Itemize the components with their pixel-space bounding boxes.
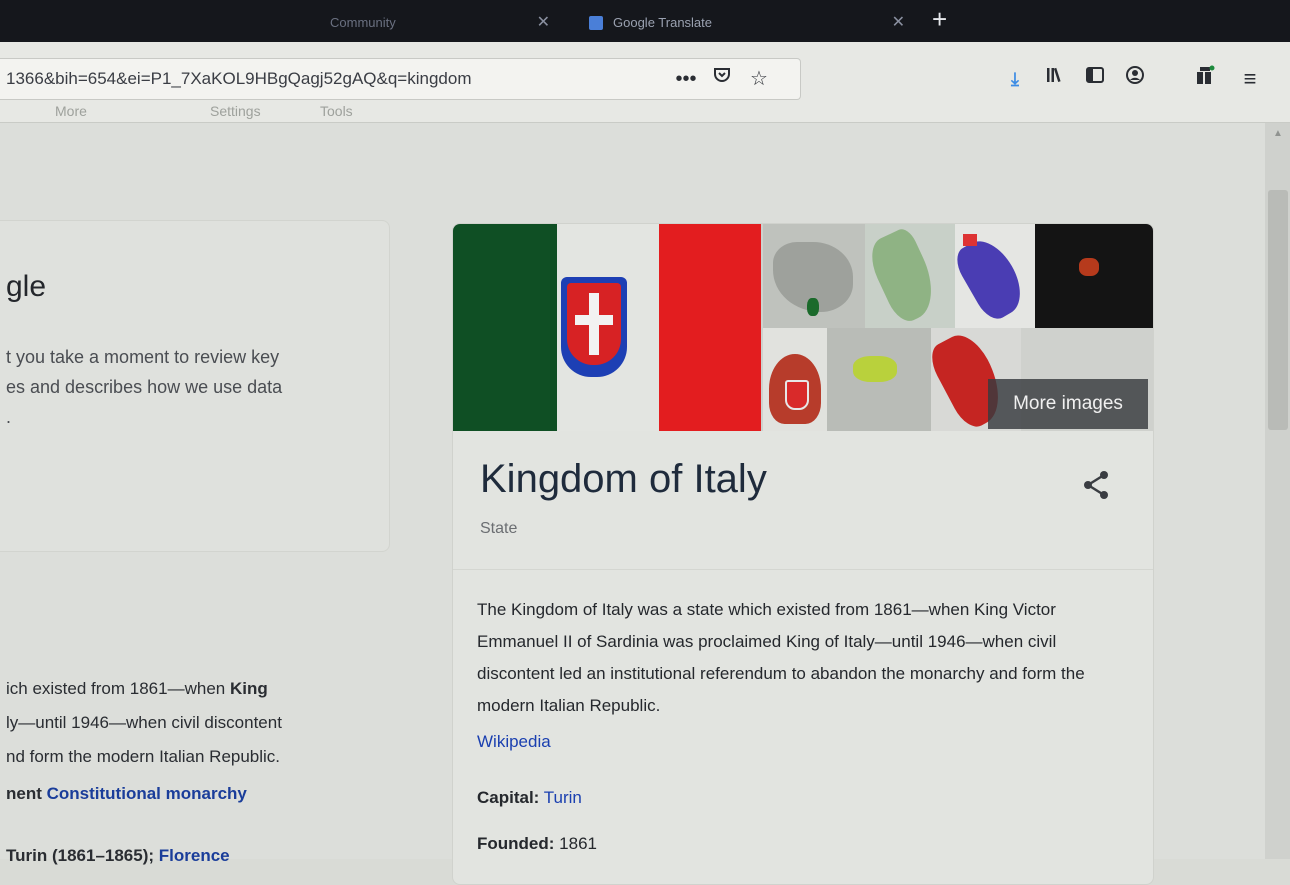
fact-value: 1861 (559, 834, 597, 853)
summary-bold: King (229, 679, 268, 698)
divider (453, 569, 1153, 570)
left-capitals-fact: Turin (1861–1865); Florence (6, 846, 230, 866)
url-text[interactable]: 1366&bih=654&ei=P1_7XaKOL9HBgQagj52gAQ&q… (6, 69, 621, 89)
nav-settings[interactable]: Settings (210, 103, 261, 119)
tab-label: Google Translate (613, 15, 713, 30)
url-actions: ••• ☆ (670, 65, 775, 93)
left-summary: ich existed from 1861—when King ly—until… (6, 672, 406, 774)
summary-line: ich existed from 1861—when King (6, 672, 406, 706)
fact-years: (1861–1865); (51, 846, 155, 865)
consent-body: t you take a moment to review key es and… (6, 342, 376, 432)
extension-icon[interactable] (1190, 64, 1220, 94)
map-land (853, 356, 897, 382)
left-government-fact: nent Constitutional monarchy (6, 784, 247, 804)
fact-capital: Capital: Turin (477, 788, 582, 808)
panel-subtitle: State (480, 520, 518, 537)
consent-line: es and describes how we use data (6, 377, 283, 397)
image-spot (1079, 258, 1099, 276)
close-icon[interactable]: ✕ (892, 8, 905, 38)
capital-link[interactable]: Florence (159, 846, 230, 865)
google-search-nav: More Settings Tools (0, 103, 600, 123)
tab-community[interactable]: Community ✕ (300, 8, 560, 38)
coa-shield (785, 380, 809, 410)
thumbnail-italy-map[interactable] (865, 224, 955, 328)
wikipedia-link[interactable]: Wikipedia (477, 732, 551, 752)
panel-title: Kingdom of Italy (480, 457, 767, 501)
shield-field (567, 283, 621, 365)
more-actions-icon[interactable]: ••• (670, 65, 702, 93)
scrollbar-thumb[interactable] (1268, 190, 1288, 430)
fact-label: Capital: (477, 788, 540, 807)
scroll-up-icon[interactable]: ▲ (1270, 128, 1286, 144)
panel-description: The Kingdom of Italy was a state which e… (477, 600, 1085, 715)
bookmark-star-icon[interactable]: ☆ (743, 65, 775, 93)
translate-favicon (589, 16, 603, 30)
tab-strip: Community ✕ Google Translate ✕ + (0, 0, 1290, 42)
thumbnail-europe-map[interactable] (763, 224, 865, 328)
summary-line: nd form the modern Italian Republic. (6, 747, 281, 766)
url-bar[interactable]: 1366&bih=654&ei=P1_7XaKOL9HBgQagj52gAQ&q… (0, 58, 801, 100)
more-images-button[interactable]: More images (988, 379, 1148, 429)
menu-icon[interactable]: ≡ (1235, 64, 1265, 94)
consent-title: gle (6, 270, 47, 303)
capital-link[interactable]: Turin (544, 788, 582, 807)
new-tab-icon[interactable]: + (932, 4, 947, 34)
fact-label: Turin (6, 846, 48, 865)
consent-line: . (6, 407, 12, 427)
knowledge-panel: More images Kingdom of Italy State The K… (452, 223, 1154, 885)
download-icon[interactable]: ⤓ (1000, 64, 1030, 94)
map-italy (807, 298, 819, 316)
share-icon[interactable] (1079, 468, 1113, 502)
pocket-icon[interactable] (706, 65, 738, 93)
thumbnail-italy-blue-map[interactable] (955, 224, 1035, 328)
map-land (865, 225, 946, 327)
sidebar-icon[interactable] (1080, 64, 1110, 94)
consent-line: t you take a moment to review key (6, 347, 280, 367)
fact-label: nent (6, 784, 42, 803)
close-icon[interactable]: ✕ (537, 8, 550, 38)
thumbnail-coat-of-arms[interactable] (763, 328, 827, 431)
summary-line: ly—until 1946—when civil discontent (6, 713, 282, 732)
tab-google-translate[interactable]: Google Translate ✕ (575, 8, 915, 38)
thumbnail-libya-map[interactable] (827, 328, 931, 431)
tab-label: Community (330, 15, 396, 30)
summary-text: ich existed from 1861—when (6, 679, 230, 698)
government-link[interactable]: Constitutional monarchy (47, 784, 247, 803)
library-icon[interactable] (1040, 64, 1070, 94)
flag-image-green[interactable] (453, 224, 557, 431)
map-region (963, 234, 977, 246)
thumbnail-dark-image[interactable] (1035, 224, 1153, 328)
fact-label: Founded: (477, 834, 555, 853)
nav-more[interactable]: More (55, 103, 87, 119)
flag-image-red[interactable] (659, 224, 761, 431)
image-gallery[interactable]: More images (453, 224, 1153, 431)
savoy-shield-icon (561, 277, 627, 377)
fact-founded: Founded: 1861 (477, 834, 597, 854)
cross-horizontal (575, 315, 613, 325)
nav-tools[interactable]: Tools (320, 103, 353, 119)
account-icon[interactable] (1120, 64, 1150, 94)
